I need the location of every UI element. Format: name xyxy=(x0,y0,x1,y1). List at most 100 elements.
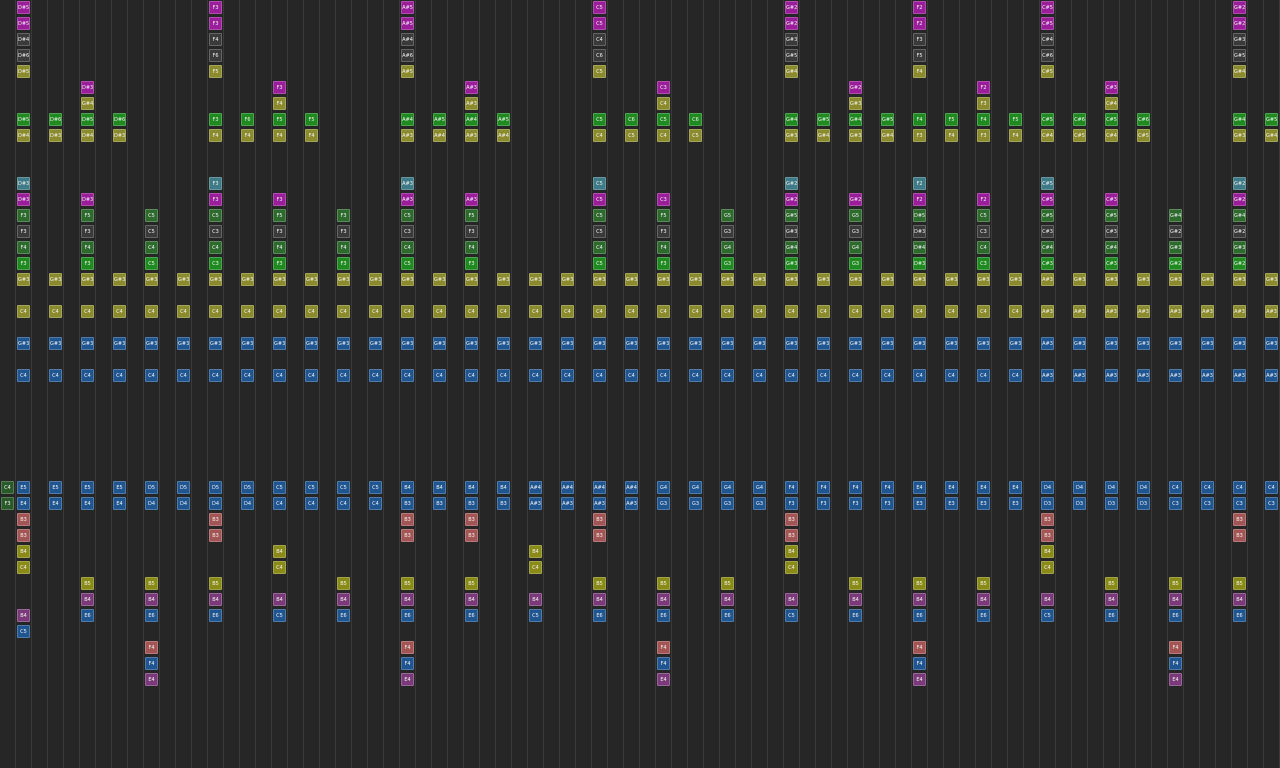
note-cell[interactable]: G#2 xyxy=(785,1,798,14)
note-cell[interactable]: B4 xyxy=(593,593,606,606)
note-cell[interactable]: C4 xyxy=(209,241,222,254)
note-cell[interactable]: D#3 xyxy=(49,129,62,142)
note-cell[interactable]: D5 xyxy=(177,481,190,494)
note-cell[interactable]: G#3 xyxy=(305,273,318,286)
note-cell[interactable]: E4 xyxy=(945,481,958,494)
note-cell[interactable]: C5 xyxy=(273,609,286,622)
note-cell[interactable]: B4 xyxy=(273,593,286,606)
note-cell[interactable]: G4 xyxy=(657,481,670,494)
note-cell[interactable]: C4 xyxy=(113,305,126,318)
note-cell[interactable]: G#3 xyxy=(1137,337,1150,350)
note-cell[interactable]: F4 xyxy=(657,657,670,670)
note-cell[interactable]: C#4 xyxy=(1105,97,1118,110)
note-cell[interactable]: C4 xyxy=(273,305,286,318)
note-cell[interactable]: G#3 xyxy=(945,273,958,286)
note-cell[interactable]: C4 xyxy=(401,305,414,318)
note-cell[interactable]: A#3 xyxy=(401,193,414,206)
note-cell[interactable]: F6 xyxy=(241,113,254,126)
note-cell[interactable]: F5 xyxy=(657,209,670,222)
note-cell[interactable]: C4 xyxy=(305,305,318,318)
note-cell[interactable]: C5 xyxy=(977,209,990,222)
note-cell[interactable]: C#5 xyxy=(1105,209,1118,222)
note-cell[interactable]: F4 xyxy=(849,481,862,494)
note-cell[interactable]: G3 xyxy=(689,497,702,510)
note-cell[interactable]: D4 xyxy=(209,497,222,510)
note-cell[interactable]: G#3 xyxy=(401,273,414,286)
note-cell[interactable]: E6 xyxy=(401,609,414,622)
note-cell[interactable]: F3 xyxy=(209,193,222,206)
note-cell[interactable]: A#4 xyxy=(625,481,638,494)
note-cell[interactable]: D4 xyxy=(145,497,158,510)
note-cell[interactable]: G#4 xyxy=(849,113,862,126)
note-cell[interactable]: G#3 xyxy=(241,273,254,286)
note-cell[interactable]: F5 xyxy=(209,65,222,78)
note-cell[interactable]: C4 xyxy=(17,369,30,382)
note-cell[interactable]: C4 xyxy=(817,369,830,382)
note-cell[interactable]: D#5 xyxy=(913,209,926,222)
note-cell[interactable]: D#5 xyxy=(17,17,30,30)
note-cell[interactable]: F2 xyxy=(977,81,990,94)
note-cell[interactable]: C#4 xyxy=(1041,129,1054,142)
note-cell[interactable]: G#3 xyxy=(817,337,830,350)
note-cell[interactable]: A#3 xyxy=(1265,369,1278,382)
note-cell[interactable]: E4 xyxy=(657,673,670,686)
note-cell[interactable]: C4 xyxy=(625,305,638,318)
note-cell[interactable]: F3 xyxy=(817,497,830,510)
note-cell[interactable]: F4 xyxy=(273,241,286,254)
note-cell[interactable]: F3 xyxy=(913,33,926,46)
note-cell[interactable]: F4 xyxy=(209,129,222,142)
note-cell[interactable]: G#3 xyxy=(721,273,734,286)
note-cell[interactable]: D#5 xyxy=(17,113,30,126)
note-cell[interactable]: C4 xyxy=(273,369,286,382)
note-cell[interactable]: E3 xyxy=(977,497,990,510)
note-cell[interactable]: G#3 xyxy=(561,273,574,286)
note-cell[interactable]: G4 xyxy=(721,241,734,254)
note-cell[interactable]: C5 xyxy=(337,481,350,494)
note-cell[interactable]: G3 xyxy=(721,225,734,238)
note-cell[interactable]: G#2 xyxy=(785,177,798,190)
note-cell[interactable]: F4 xyxy=(17,241,30,254)
note-cell[interactable]: F4 xyxy=(145,641,158,654)
note-cell[interactable]: C4 xyxy=(849,305,862,318)
note-cell[interactable]: D#5 xyxy=(17,1,30,14)
note-cell[interactable]: G#3 xyxy=(433,273,446,286)
note-cell[interactable]: B5 xyxy=(337,577,350,590)
note-cell[interactable]: C4 xyxy=(593,369,606,382)
note-cell[interactable]: E4 xyxy=(49,497,62,510)
note-cell[interactable]: E4 xyxy=(81,497,94,510)
note-cell[interactable]: G#3 xyxy=(817,273,830,286)
note-cell[interactable]: A#3 xyxy=(1105,305,1118,318)
note-cell[interactable]: F5 xyxy=(913,49,926,62)
piano-roll-grid[interactable]: G#3 C4 G#3 C4 G#3 C4 G#3 C4 G#3 C4 G#3 C4 G#3 C4 G#3 C4… xyxy=(0,0,1280,768)
note-cell[interactable]: D#3 xyxy=(81,193,94,206)
note-cell[interactable]: G#3 xyxy=(785,129,798,142)
note-cell[interactable]: E6 xyxy=(721,609,734,622)
note-cell[interactable]: G#3 xyxy=(785,33,798,46)
note-cell[interactable]: E4 xyxy=(1169,673,1182,686)
note-cell[interactable]: C5 xyxy=(593,177,606,190)
note-cell[interactable]: B4 xyxy=(1041,593,1054,606)
note-cell[interactable]: F3 xyxy=(273,193,286,206)
note-cell[interactable]: A#4 xyxy=(497,129,510,142)
note-cell[interactable]: D#6 xyxy=(113,113,126,126)
note-cell[interactable]: B3 xyxy=(17,513,30,526)
note-cell[interactable]: G#2 xyxy=(1233,1,1246,14)
note-cell[interactable]: C4 xyxy=(401,369,414,382)
note-cell[interactable]: C4 xyxy=(945,305,958,318)
note-cell[interactable]: F4 xyxy=(1169,641,1182,654)
note-cell[interactable]: C4 xyxy=(369,369,382,382)
note-cell[interactable]: D#3 xyxy=(113,129,126,142)
note-cell[interactable]: C#3 xyxy=(1105,225,1118,238)
note-cell[interactable]: G#3 xyxy=(81,273,94,286)
note-cell[interactable]: G#3 xyxy=(81,337,94,350)
note-cell[interactable]: C#5 xyxy=(1041,1,1054,14)
note-cell[interactable]: C4 xyxy=(977,305,990,318)
note-cell[interactable]: C#6 xyxy=(1073,113,1086,126)
note-cell[interactable]: G#3 xyxy=(881,273,894,286)
note-cell[interactable]: F4 xyxy=(785,481,798,494)
note-cell[interactable]: E4 xyxy=(977,481,990,494)
note-cell[interactable]: A#3 xyxy=(1169,305,1182,318)
note-cell[interactable]: D4 xyxy=(1041,481,1054,494)
note-cell[interactable]: G#4 xyxy=(785,65,798,78)
note-cell[interactable]: G#2 xyxy=(1233,257,1246,270)
